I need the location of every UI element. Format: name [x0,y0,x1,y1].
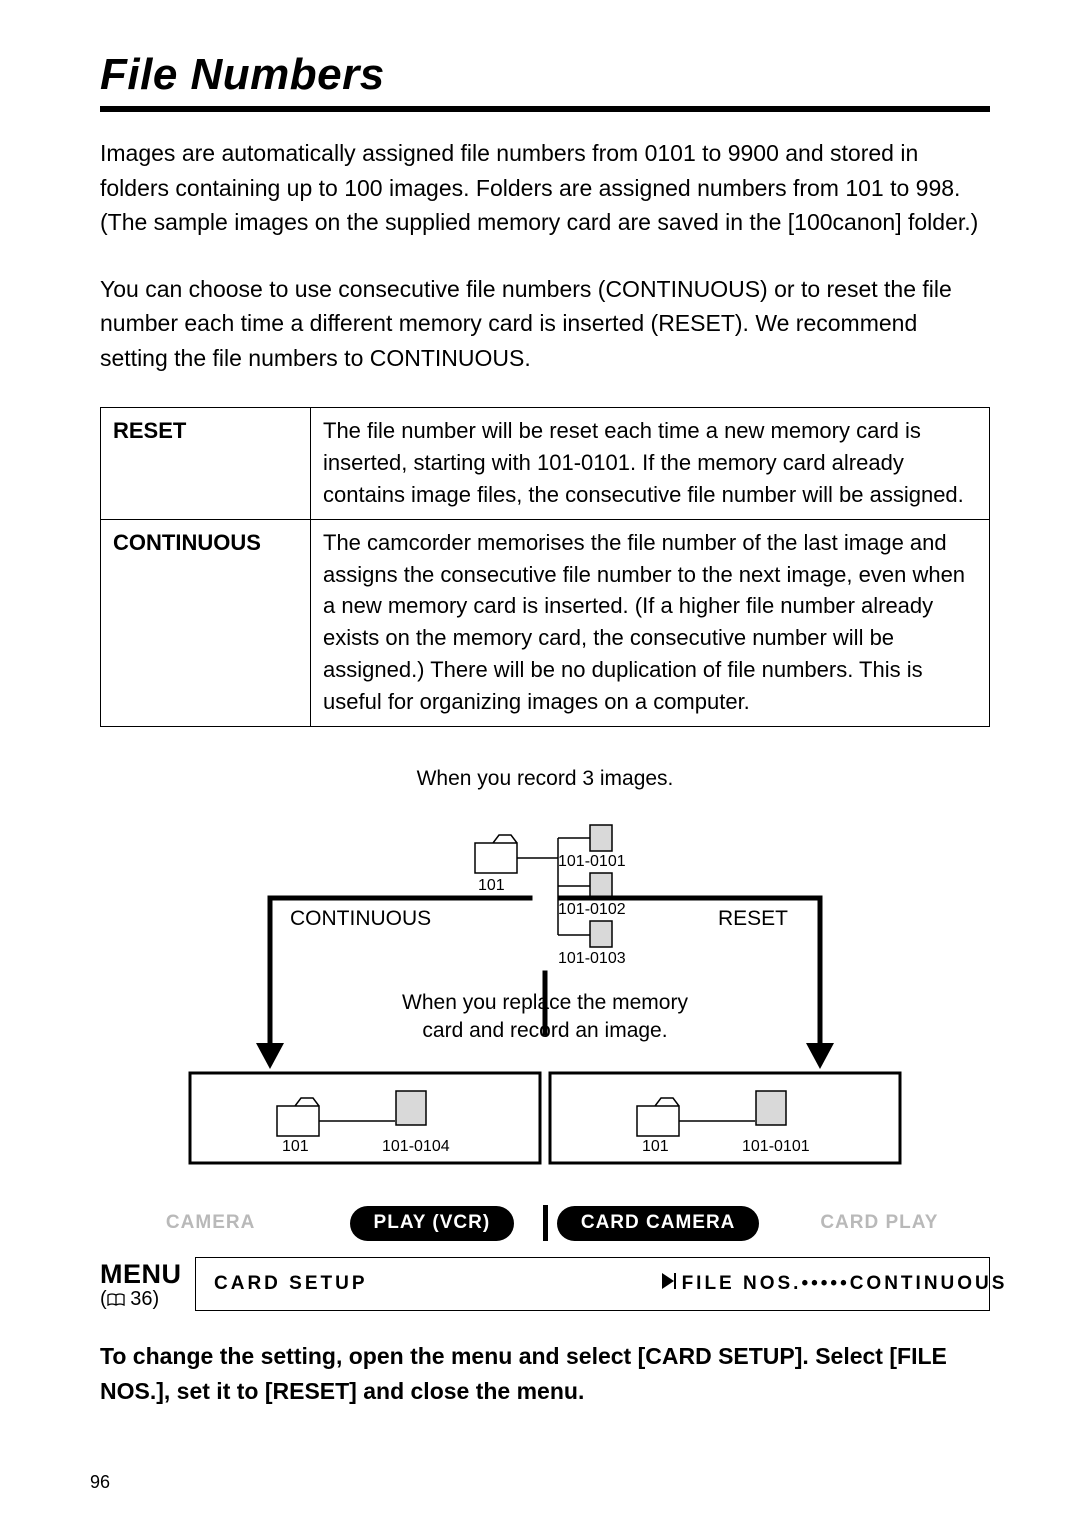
mode-card-play: CARD PLAY [769,1212,990,1234]
diagram-caption: When you record 3 images. [160,767,930,791]
mode-selector-row: CAMERA PLAY (VCR) CARD CAMERA CARD PLAY [100,1203,990,1243]
file-number-diagram: When you record 3 images. [160,767,930,1173]
book-icon [107,1293,125,1307]
menu-page-number: 36 [130,1288,152,1310]
menu-path-box: CARD SETUP FILE NOS.•••••CONTINUOUS [195,1257,990,1311]
diagram-svg [160,803,930,1173]
mode-camera: CAMERA [100,1212,321,1234]
row-description: The camcorder memorises the file number … [311,519,990,726]
page-number: 96 [90,1472,110,1493]
menu-heading: MENU [100,1259,195,1290]
file-label-3: 101-0103 [558,950,626,968]
file-label-1: 101-0101 [558,853,626,871]
row-description: The file number will be reset each time … [311,408,990,520]
continuous-branch-label: CONTINUOUS [290,907,431,931]
mid-text-line2: card and record an image. [422,1019,667,1042]
menu-label-block: MENU ( 36) [100,1257,195,1311]
row-label: RESET [101,408,311,520]
left-folder-label: 101 [282,1138,309,1156]
diagram-mid-text: When you replace the memory card and rec… [160,989,930,1046]
page-title: File Numbers [100,50,990,100]
row-label: CONTINUOUS [101,519,311,726]
mode-pill: PLAY (VCR) [350,1206,515,1241]
menu-path-left: CARD SETUP [196,1258,561,1310]
definitions-table: RESET The file number will be reset each… [100,407,990,727]
title-rule [100,106,990,112]
menu-path-right: FILE NOS.•••••CONTINUOUS [561,1258,989,1310]
manual-page: File Numbers Images are automatically as… [0,0,1080,1533]
reset-branch-label: RESET [718,907,788,931]
menu-page-ref: ( 36) [100,1288,195,1311]
mode-card-camera: CARD CAMERA [548,1206,769,1241]
right-folder-label: 101 [642,1138,669,1156]
instruction-text: To change the setting, open the menu and… [100,1339,990,1408]
mode-play-vcr: PLAY (VCR) [321,1206,542,1241]
intro-paragraph-2: You can choose to use consecutive file n… [100,272,990,376]
table-row: RESET The file number will be reset each… [101,408,990,520]
intro-paragraph-1: Images are automatically assigned file n… [100,136,990,240]
folder-label: 101 [478,877,505,895]
play-icon [579,1251,676,1317]
file-label-2: 101-0102 [558,901,626,919]
right-file-label: 101-0101 [742,1138,810,1156]
left-file-label: 101-0104 [382,1138,450,1156]
table-row: CONTINUOUS The camcorder memorises the f… [101,519,990,726]
menu-row: MENU ( 36) CARD SETUP FILE NOS.•••••CONT… [100,1257,990,1311]
mode-pill: CARD CAMERA [557,1206,760,1241]
mid-text-line1: When you replace the memory [402,991,688,1014]
menu-path-right-text: FILE NOS.•••••CONTINUOUS [682,1273,1008,1295]
diagram-canvas: 101 101-0101 101-0102 101-0103 CONTINUOU… [160,803,930,1173]
